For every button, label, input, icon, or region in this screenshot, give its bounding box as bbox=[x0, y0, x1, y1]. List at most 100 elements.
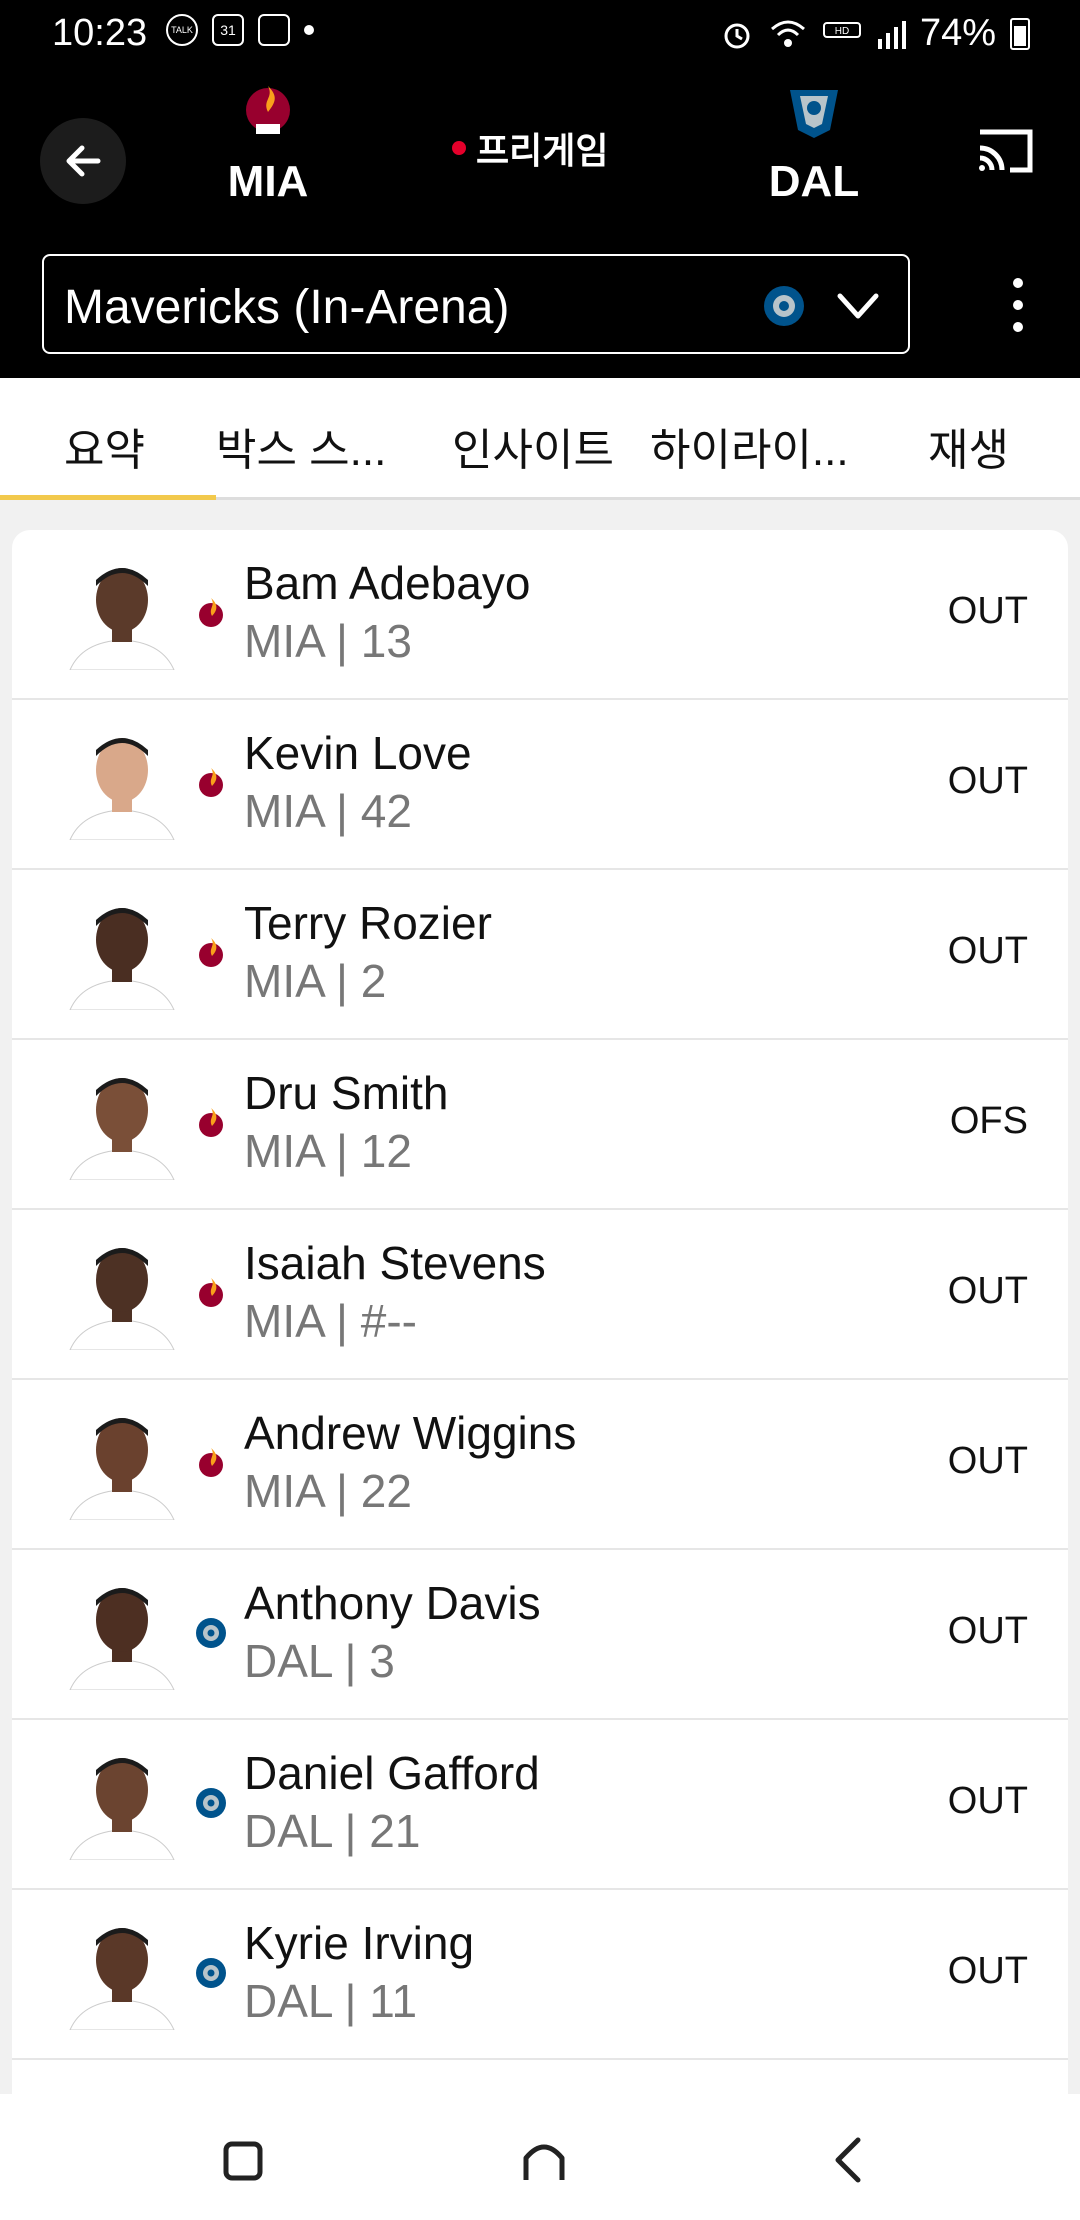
player-team-number: MIA | #-- bbox=[244, 1295, 417, 1347]
player-team-number: MIA | 42 bbox=[244, 785, 412, 837]
player-status: OUT bbox=[947, 1780, 1028, 1822]
mavericks-logo-icon bbox=[196, 1618, 226, 1648]
alarm-icon bbox=[724, 23, 750, 48]
player-status: OUT bbox=[947, 1950, 1028, 1992]
player-team-number: DAL | 21 bbox=[244, 1805, 421, 1857]
mavericks-logo-icon bbox=[790, 90, 838, 138]
away-team-abbr: DAL bbox=[768, 157, 860, 206]
tab-bar: 요약 박스 스... 인사이트 하이라이... 재생 bbox=[0, 378, 1080, 500]
tab-box-score[interactable]: 박스 스... bbox=[216, 414, 386, 478]
tab-play-by-play[interactable]: 재생 bbox=[928, 414, 1009, 478]
home-icon[interactable] bbox=[514, 2130, 574, 2190]
photo-icon bbox=[258, 14, 290, 46]
recent-apps-icon[interactable] bbox=[212, 2130, 272, 2190]
player-status: OUT bbox=[947, 1610, 1028, 1652]
player-status: OUT bbox=[947, 930, 1028, 972]
feed-selector-label: Mavericks (In-Arena) bbox=[64, 281, 510, 334]
game-status-label: 프리게임 bbox=[476, 130, 609, 171]
player-name: Dru Smith bbox=[244, 1067, 449, 1119]
calendar-icon: 31 bbox=[212, 14, 244, 46]
cast-button[interactable] bbox=[972, 118, 1038, 184]
player-row[interactable]: Kevin Love MIA | 42 OUT bbox=[12, 700, 1068, 870]
heat-logo-icon bbox=[199, 768, 223, 797]
player-row[interactable]: Daniel Gafford DAL | 21 OUT bbox=[12, 1720, 1068, 1890]
player-row[interactable]: Bam Adebayo MIA | 13 OUT bbox=[12, 530, 1068, 700]
player-team-number: MIA | 2 bbox=[244, 955, 387, 1007]
status-dot-icon bbox=[452, 141, 466, 155]
player-name: Kevin Love bbox=[244, 727, 472, 779]
player-team-number: MIA | 12 bbox=[244, 1125, 412, 1177]
heat-logo-icon bbox=[199, 598, 223, 627]
player-photo bbox=[69, 1928, 175, 2030]
player-row[interactable]: Andrew Wiggins MIA | 22 OUT bbox=[12, 1380, 1068, 1550]
status-time: 10:23 bbox=[52, 12, 148, 54]
battery-percent: 74% bbox=[919, 12, 996, 54]
player-team-number: DAL | 11 bbox=[244, 1975, 418, 2027]
feed-selector[interactable]: Mavericks (In-Arena) bbox=[42, 254, 910, 354]
player-team-number: MIA | 22 bbox=[244, 1465, 412, 1517]
status-bar: 10:23 TALK 31 HD 74% bbox=[0, 0, 1080, 66]
mavericks-logo-icon bbox=[196, 1788, 226, 1818]
svg-text:HD: HD bbox=[835, 26, 849, 37]
player-row-partial[interactable] bbox=[12, 2060, 1068, 2094]
player-status: OUT bbox=[947, 760, 1028, 802]
player-status: OFS bbox=[949, 1100, 1028, 1142]
tab-insights[interactable]: 인사이트 bbox=[452, 414, 614, 478]
more-options-button[interactable] bbox=[1000, 272, 1036, 338]
active-tab-indicator bbox=[0, 495, 216, 500]
player-name: Daniel Gafford bbox=[244, 1747, 540, 1799]
player-photo bbox=[69, 1078, 175, 1180]
system-nav-bar bbox=[0, 2094, 1080, 2220]
player-row[interactable]: Dru Smith MIA | 12 OFS bbox=[12, 1040, 1068, 1210]
chevron-down-icon bbox=[837, 293, 879, 319]
player-name: Terry Rozier bbox=[244, 897, 492, 949]
mavericks-logo-icon bbox=[196, 1958, 226, 1988]
player-photo bbox=[62, 2080, 182, 2094]
player-status: OUT bbox=[947, 1270, 1028, 1312]
player-photo bbox=[69, 908, 175, 1010]
home-team[interactable]: MIA bbox=[188, 80, 348, 207]
more-vert-dot-icon bbox=[1013, 300, 1023, 310]
player-name: Kyrie Irving bbox=[244, 1917, 475, 1969]
player-status: OUT bbox=[947, 590, 1028, 632]
player-team-number: MIA | 13 bbox=[244, 615, 412, 667]
mavericks-logo-icon bbox=[764, 286, 804, 326]
talk-icon: TALK bbox=[166, 14, 198, 46]
heat-logo-icon bbox=[199, 1108, 223, 1137]
wifi-icon bbox=[770, 20, 805, 47]
player-photo bbox=[69, 1758, 175, 1860]
player-name: Isaiah Stevens bbox=[244, 1237, 546, 1289]
more-vert-dot-icon bbox=[1013, 322, 1023, 332]
back-nav-icon[interactable] bbox=[818, 2130, 878, 2190]
player-photo bbox=[69, 738, 175, 840]
back-button[interactable] bbox=[40, 118, 126, 204]
player-name: Andrew Wiggins bbox=[244, 1407, 577, 1459]
system-icons: HD 74% bbox=[720, 12, 1030, 55]
player-row[interactable]: Anthony Davis DAL | 3 OUT bbox=[12, 1550, 1068, 1720]
game-status: 프리게임 bbox=[452, 122, 608, 174]
player-photo bbox=[69, 568, 175, 670]
player-photo bbox=[69, 1588, 175, 1690]
tab-summary[interactable]: 요약 bbox=[64, 414, 145, 478]
more-notifications-dot-icon bbox=[304, 25, 314, 35]
away-team[interactable]: DAL bbox=[734, 80, 894, 207]
heat-logo-icon bbox=[199, 1448, 223, 1477]
heat-logo-icon bbox=[199, 938, 223, 967]
injury-list: Bam Adebayo MIA | 13 OUT Kevin Love MIA | 42… bbox=[12, 530, 1068, 2094]
arrow-left-icon bbox=[66, 145, 101, 177]
player-status: OUT bbox=[947, 1440, 1028, 1482]
signal-icon bbox=[877, 20, 906, 49]
tab-highlights[interactable]: 하이라이... bbox=[650, 414, 849, 478]
heat-logo-icon bbox=[199, 1278, 223, 1307]
player-photo bbox=[69, 1418, 175, 1520]
game-header: MIA 프리게임 DAL Mavericks (In-Arena) bbox=[0, 66, 1080, 378]
player-name: Anthony Davis bbox=[244, 1577, 541, 1629]
battery-icon bbox=[1010, 17, 1030, 50]
heat-logo-icon bbox=[246, 86, 290, 134]
cast-icon bbox=[979, 129, 1033, 173]
player-name: Bam Adebayo bbox=[244, 557, 531, 609]
player-row[interactable]: Terry Rozier MIA | 2 OUT bbox=[12, 870, 1068, 1040]
player-row[interactable]: Kyrie Irving DAL | 11 OUT bbox=[12, 1890, 1068, 2060]
hd-voice-icon: HD bbox=[822, 21, 861, 38]
player-row[interactable]: Isaiah Stevens MIA | #-- OUT bbox=[12, 1210, 1068, 1380]
